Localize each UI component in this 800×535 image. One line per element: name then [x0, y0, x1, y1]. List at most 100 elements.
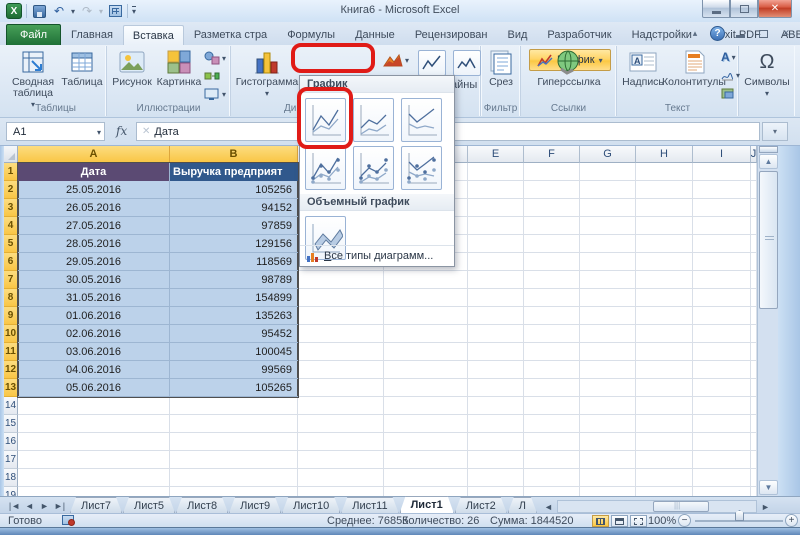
restore-button[interactable]	[730, 0, 758, 18]
row-header-9[interactable]: 9	[4, 307, 18, 325]
table-row[interactable]: 31.05.2016154899	[18, 289, 298, 307]
row-header-18[interactable]: 18	[4, 469, 18, 487]
chart-type-stacked-line[interactable]	[353, 98, 394, 142]
help-icon[interactable]: ?	[710, 26, 725, 41]
cell-B5[interactable]: 129156	[170, 235, 298, 253]
last-sheet-icon[interactable]: ►|	[53, 501, 66, 511]
cell-B7[interactable]: 98789	[170, 271, 298, 289]
cell-A10[interactable]: 02.06.2016	[18, 325, 170, 343]
chart-type-100-stacked-line-with-markers[interactable]	[401, 146, 442, 190]
row-header-1[interactable]: 1	[4, 163, 18, 181]
tab-Разметка стра[interactable]: Разметка стра	[184, 24, 277, 45]
first-sheet-icon[interactable]: |◄	[8, 501, 21, 511]
cell-A11[interactable]: 03.06.2016	[18, 343, 170, 361]
row-header-11[interactable]: 11	[4, 343, 18, 361]
sheet-tab-Лист2[interactable]: Лист2	[455, 497, 507, 513]
sheet-tab-Лист10[interactable]: Лист10	[282, 497, 340, 513]
cell-B4[interactable]: 97859	[170, 217, 298, 235]
cell-A8[interactable]: 31.05.2016	[18, 289, 170, 307]
table-row[interactable]: 30.05.201698789	[18, 271, 298, 289]
table-row[interactable]: 25.05.2016105256	[18, 181, 298, 199]
column-header-F[interactable]: F	[524, 146, 580, 163]
picture-button[interactable]: Рисунок	[110, 48, 154, 88]
histogram-button[interactable]: Гистограмма ▾	[236, 48, 298, 98]
signature-line-button[interactable]: ▾	[721, 67, 740, 83]
chart-type-line[interactable]	[305, 98, 346, 142]
tab-Файл[interactable]: Файл	[6, 24, 61, 45]
zoom-in-icon[interactable]: +	[785, 514, 798, 527]
table-row[interactable]: 02.06.201695452	[18, 325, 298, 343]
chart-type-stacked-line-with-markers[interactable]	[353, 146, 394, 190]
row-header-7[interactable]: 7	[4, 271, 18, 289]
page-layout-view-icon[interactable]	[611, 515, 628, 527]
tab-Данные[interactable]: Данные	[345, 24, 405, 45]
table-button[interactable]: Таблица	[60, 48, 104, 88]
name-box[interactable]: A1▾	[6, 122, 105, 141]
row-header-4[interactable]: 4	[4, 217, 18, 235]
tab-Формулы[interactable]: Формулы	[277, 24, 345, 45]
table-row[interactable]: 29.05.2016118569	[18, 253, 298, 271]
sheet-tab-Лист7[interactable]: Лист7	[70, 497, 122, 513]
row-header-13[interactable]: 13	[4, 379, 18, 397]
smartart-button[interactable]	[204, 68, 226, 84]
hscroll-right-icon[interactable]: ►	[759, 502, 772, 512]
row-header-10[interactable]: 10	[4, 325, 18, 343]
close-button[interactable]: ✕	[758, 0, 792, 18]
vertical-scrollbar[interactable]: ▲ ▼	[757, 146, 778, 496]
workbook-close-icon[interactable]: ✕	[778, 27, 794, 41]
select-all-corner[interactable]	[4, 146, 18, 163]
column-header-H[interactable]: H	[636, 146, 693, 163]
cell-B9[interactable]: 135263	[170, 307, 298, 325]
sparkline-line-button[interactable]	[418, 50, 446, 76]
page-break-view-icon[interactable]	[630, 515, 647, 527]
row-header-17[interactable]: 17	[4, 451, 18, 469]
object-button[interactable]	[721, 85, 740, 101]
prev-sheet-icon[interactable]: ◄	[23, 501, 36, 511]
row-header-14[interactable]: 14	[4, 397, 18, 415]
cell-A5[interactable]: 28.05.2016	[18, 235, 170, 253]
cell-B10[interactable]: 95452	[170, 325, 298, 343]
screenshot-button[interactable]: ▾	[204, 86, 226, 102]
table-row[interactable]: 05.06.2016105265	[18, 379, 298, 397]
vertical-scroll-thumb[interactable]	[759, 171, 778, 309]
next-sheet-icon[interactable]: ►	[38, 501, 51, 511]
zoom-slider[interactable]	[695, 514, 783, 527]
table-row[interactable]: 28.05.2016129156	[18, 235, 298, 253]
area-chart-button[interactable]: ▾	[383, 52, 409, 68]
cell-A9[interactable]: 01.06.2016	[18, 307, 170, 325]
cell-A4[interactable]: 27.05.2016	[18, 217, 170, 235]
collapse-ribbon-icon[interactable]: ▴	[687, 27, 703, 41]
row-header-12[interactable]: 12	[4, 361, 18, 379]
row-header-6[interactable]: 6	[4, 253, 18, 271]
cell-A12[interactable]: 04.06.2016	[18, 361, 170, 379]
expand-formula-bar-icon[interactable]: ▾	[762, 122, 788, 141]
clipart-button[interactable]: Картинка	[155, 48, 203, 88]
symbols-button[interactable]: Ω Символы ▾	[743, 48, 791, 98]
sheet-tab-Лист1[interactable]: Лист1	[400, 496, 454, 513]
cell-B1[interactable]: Выручка предприят	[170, 163, 298, 181]
cell-A13[interactable]: 05.06.2016	[18, 379, 170, 397]
zoom-level[interactable]: 100%	[648, 515, 676, 527]
cell-B13[interactable]: 105265	[170, 379, 298, 397]
selected-data-range[interactable]: Дата Выручка предприят 25.05.20161052562…	[18, 163, 298, 397]
sheet-tab-Лист9[interactable]: Лист9	[229, 497, 281, 513]
shapes-button[interactable]: ▾	[204, 50, 226, 66]
cell-A7[interactable]: 30.05.2016	[18, 271, 170, 289]
hscroll-thumb[interactable]	[653, 501, 709, 512]
cell-A3[interactable]: 26.05.2016	[18, 199, 170, 217]
cell-B8[interactable]: 154899	[170, 289, 298, 307]
cell-B11[interactable]: 100045	[170, 343, 298, 361]
sheet-tab-Лист5[interactable]: Лист5	[123, 497, 175, 513]
tab-Главная[interactable]: Главная	[61, 24, 123, 45]
insert-function-icon[interactable]: fx	[116, 124, 127, 138]
scroll-down-icon[interactable]: ▼	[759, 480, 778, 495]
row-header-15[interactable]: 15	[4, 415, 18, 433]
table-header-row[interactable]: Дата Выручка предприят	[18, 163, 298, 181]
hscroll-left-icon[interactable]: ◄	[542, 502, 555, 512]
row-header-8[interactable]: 8	[4, 289, 18, 307]
normal-view-icon[interactable]	[592, 515, 609, 527]
macro-record-icon[interactable]	[62, 515, 74, 525]
table-row[interactable]: 27.05.201697859	[18, 217, 298, 235]
column-header-A[interactable]: A	[18, 146, 170, 163]
split-handle[interactable]	[759, 146, 778, 153]
